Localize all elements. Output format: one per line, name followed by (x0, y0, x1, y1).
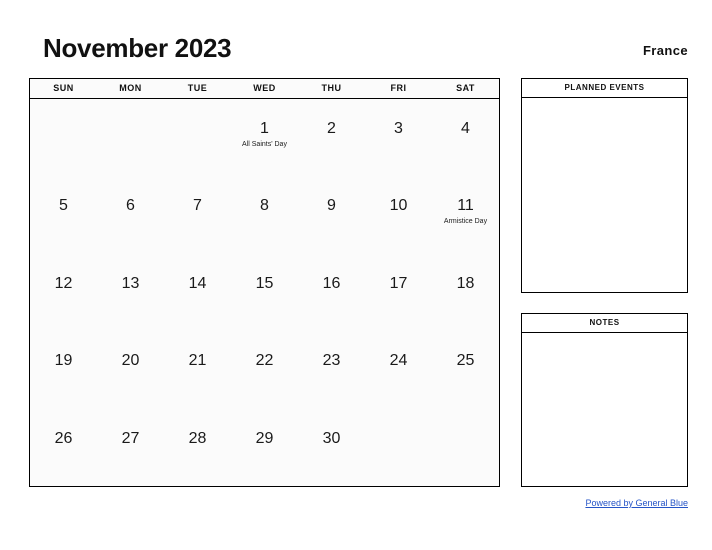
page-title: November 2023 (43, 33, 232, 63)
day-cell[interactable]: 13 (97, 254, 164, 331)
day-number: 3 (394, 120, 403, 137)
day-of-week-thu: THU (321, 83, 342, 93)
calendar-week-row: 26 27 28 29 30 (30, 409, 499, 486)
day-number: 29 (255, 429, 274, 447)
day-number: 15 (255, 274, 274, 292)
day-holiday-label: Armistice Day (443, 218, 488, 226)
day-cell[interactable]: 19 (30, 331, 97, 408)
day-cell[interactable]: 7 (164, 176, 231, 253)
planned-events-body[interactable] (522, 98, 687, 292)
day-number: 20 (121, 352, 140, 370)
day-of-week-sat: SAT (456, 83, 475, 93)
day-number: 12 (54, 274, 73, 292)
day-cell[interactable]: 18 (432, 254, 499, 331)
day-cell[interactable]: 28 (164, 409, 231, 486)
calendar-weeks: 1 All Saints' Day 2 3 4 5 6 7 8 9 10 11 … (30, 99, 499, 486)
day-cell[interactable]: 24 (365, 331, 432, 408)
day-cell[interactable]: 9 (298, 176, 365, 253)
day-cell[interactable]: 4 (432, 99, 499, 176)
day-number: 9 (327, 197, 336, 215)
day-number: 13 (121, 274, 140, 292)
day-number: 27 (121, 429, 140, 447)
powered-by-link[interactable]: Powered by General Blue (585, 497, 688, 509)
day-cell[interactable]: 8 (231, 176, 298, 253)
day-cell[interactable]: 29 (231, 409, 298, 486)
day-cell[interactable]: 27 (97, 409, 164, 486)
day-cell[interactable]: 21 (164, 331, 231, 408)
notes-panel: NOTES (521, 313, 688, 487)
day-number: 7 (193, 197, 202, 215)
day-cell[interactable]: 10 (365, 176, 432, 253)
day-number: 22 (255, 352, 274, 370)
day-cell[interactable]: 12 (30, 254, 97, 331)
day-number: 28 (188, 429, 207, 447)
day-cell[interactable]: 5 (30, 176, 97, 253)
day-of-week-sun: SUN (53, 83, 74, 93)
day-cell[interactable]: 23 (298, 331, 365, 408)
planned-events-title: PLANNED EVENTS (522, 79, 687, 98)
day-number: 6 (126, 197, 135, 215)
day-number: 17 (389, 274, 408, 292)
day-cell[interactable]: 14 (164, 254, 231, 331)
notes-title: NOTES (522, 314, 687, 333)
calendar-week-row: 12 13 14 15 16 17 18 (30, 254, 499, 331)
calendar-week-row: 5 6 7 8 9 10 11 Armistice Day (30, 176, 499, 253)
day-number: 14 (188, 274, 207, 292)
day-cell[interactable]: 11 Armistice Day (432, 176, 499, 253)
day-cell[interactable]: 3 (365, 99, 432, 176)
day-number: 23 (322, 352, 341, 370)
day-of-week-fri: FRI (390, 83, 407, 93)
day-cell[interactable]: 25 (432, 331, 499, 408)
region-label: France (642, 43, 688, 58)
day-number: 2 (327, 120, 336, 137)
day-of-week-header-row: SUN MON TUE WED THU FRI SAT (30, 79, 499, 99)
day-cell[interactable] (365, 409, 432, 486)
day-number: 5 (59, 197, 68, 215)
day-cell[interactable] (30, 99, 97, 176)
day-cell[interactable]: 20 (97, 331, 164, 408)
day-number: 30 (322, 429, 341, 447)
day-cell[interactable]: 16 (298, 254, 365, 331)
day-number: 18 (456, 274, 475, 292)
day-cell[interactable]: 22 (231, 331, 298, 408)
calendar-week-row: 1 All Saints' Day 2 3 4 (30, 99, 499, 176)
day-number: 8 (260, 197, 269, 215)
day-number: 24 (389, 352, 408, 370)
day-of-week-mon: MON (119, 83, 142, 93)
day-number: 16 (322, 274, 341, 292)
day-number: 19 (54, 352, 73, 370)
day-of-week-wed: WED (253, 83, 276, 93)
day-number: 11 (457, 197, 474, 215)
day-number: 10 (389, 197, 408, 215)
day-cell[interactable]: 26 (30, 409, 97, 486)
calendar-week-row: 19 20 21 22 23 24 25 (30, 331, 499, 408)
planned-events-panel: PLANNED EVENTS (521, 78, 688, 293)
day-number: 25 (456, 352, 475, 370)
day-cell[interactable]: 15 (231, 254, 298, 331)
day-cell[interactable]: 30 (298, 409, 365, 486)
day-cell[interactable] (97, 99, 164, 176)
calendar-page: November 2023 France SUN MON TUE WED THU… (0, 0, 712, 550)
day-holiday-label: All Saints' Day (242, 141, 287, 148)
day-cell[interactable]: 2 (298, 99, 365, 176)
day-number: 21 (188, 352, 207, 370)
day-number: 26 (54, 429, 73, 447)
notes-body[interactable] (522, 333, 687, 486)
day-cell[interactable] (164, 99, 231, 176)
day-cell[interactable]: 17 (365, 254, 432, 331)
day-number: 1 (260, 120, 269, 137)
day-cell[interactable] (432, 409, 499, 486)
day-cell[interactable]: 1 All Saints' Day (231, 99, 298, 176)
day-number: 4 (461, 120, 470, 137)
day-cell[interactable]: 6 (97, 176, 164, 253)
calendar-grid: SUN MON TUE WED THU FRI SAT 1 All Saints… (29, 78, 500, 487)
day-of-week-tue: TUE (187, 83, 208, 93)
